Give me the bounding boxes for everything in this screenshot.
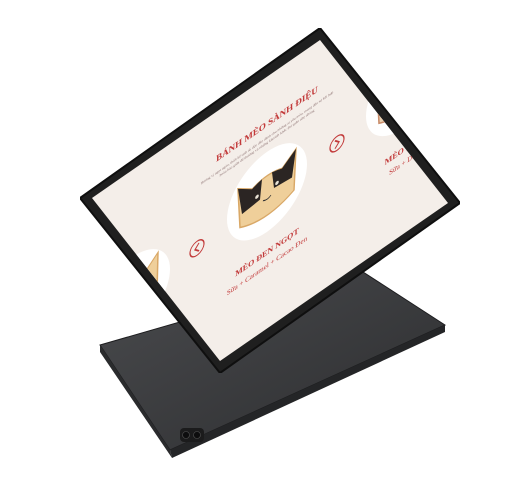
product-name-left: MÈO SỮA NGÀY <box>101 326 164 373</box>
camera-module-icon <box>180 428 204 442</box>
product-ingredients-left: Sữa <box>127 358 138 373</box>
device-mockup-scene: BÁNH MÈO SÀNH ĐIỆU Hương vị ngọt ngào, t… <box>0 0 512 479</box>
front-tablet: BÁNH MÈO SÀNH ĐIỆU Hương vị ngọt ngào, t… <box>80 28 460 373</box>
